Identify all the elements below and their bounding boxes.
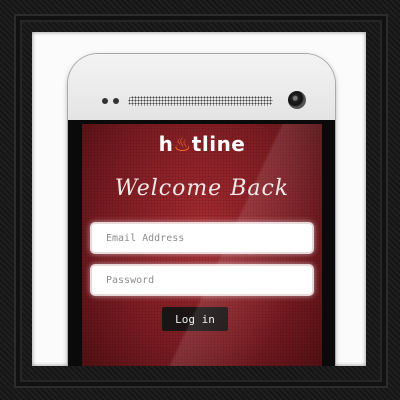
- password-field-wrapper: [92, 266, 312, 294]
- email-field-wrapper: [92, 224, 312, 252]
- frame-mat: h♨tline Welcome Back Log in: [32, 32, 366, 366]
- email-field[interactable]: [92, 224, 312, 252]
- logo-prefix: h: [158, 132, 174, 156]
- password-field[interactable]: [92, 266, 312, 294]
- login-screen: h♨tline Welcome Back Log in: [82, 124, 322, 366]
- logo-suffix: tline: [191, 132, 246, 156]
- phone-device: h♨tline Welcome Back Log in: [68, 54, 335, 366]
- phone-bezel: h♨tline Welcome Back Log in: [68, 120, 335, 366]
- flame-icon: ♨: [173, 132, 192, 156]
- hotline-logo: h♨tline: [82, 132, 322, 156]
- welcome-heading: Welcome Back: [114, 176, 290, 201]
- login-button[interactable]: Log in: [162, 307, 228, 331]
- speaker-grille: [128, 96, 273, 106]
- picture-frame: h♨tline Welcome Back Log in: [0, 0, 400, 400]
- sensor-dots: [102, 98, 119, 104]
- front-camera-icon: [288, 91, 306, 109]
